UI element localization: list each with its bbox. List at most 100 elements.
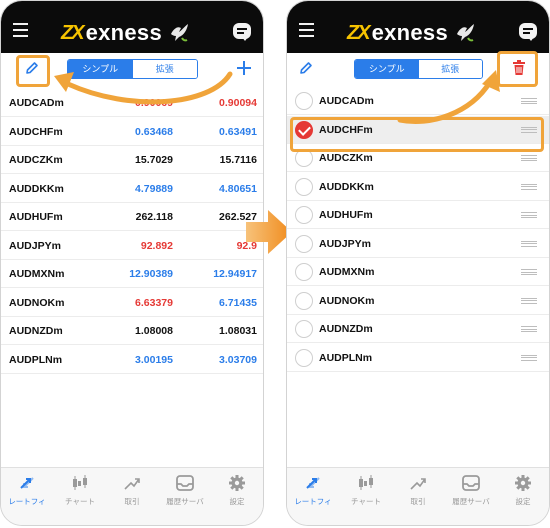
ask-price: 0.63491 (219, 125, 257, 138)
dove-icon (456, 24, 474, 42)
symbol-name: AUDMXNm (319, 266, 375, 278)
ask-price: 12.94917 (213, 268, 257, 280)
tab-settings-label: 設定 (229, 497, 245, 506)
tab-settings[interactable]: 設定 (211, 474, 263, 507)
logo-text: exness (371, 20, 448, 45)
edit-symbol-row[interactable]: AUDDKKm (287, 173, 549, 201)
chat-icon-tail (528, 37, 534, 41)
radio-button[interactable] (295, 206, 313, 224)
trade-trend-icon (410, 478, 426, 490)
symbol-name: AUDHUFm (9, 211, 63, 223)
drag-handle-icon[interactable] (521, 354, 537, 361)
quotes-arrows-icon (20, 477, 34, 489)
edit-symbol-row[interactable]: AUDHUFm (287, 201, 549, 229)
quote-row[interactable]: AUDCZKm 15.7029 15.7116 (1, 146, 263, 174)
chat-icon-tail (242, 37, 248, 41)
quote-row[interactable]: AUDPLNm 3.00195 3.03709 (1, 346, 263, 374)
radio-button[interactable] (295, 234, 313, 253)
tab-trade-label: 取引 (410, 497, 426, 506)
bid-price: 262.118 (135, 211, 173, 223)
quote-row[interactable]: AUDHUFm 262.118 262.527 (1, 203, 263, 231)
drag-handle-icon[interactable] (521, 269, 537, 275)
app-header: ZX exness (1, 1, 263, 53)
bid-price: 92.892 (140, 239, 173, 252)
radio-button[interactable] (295, 291, 313, 310)
tab-chart-label: チャート (351, 497, 381, 506)
trade-trend-icon (124, 478, 140, 490)
symbol-name: AUDCADm (319, 95, 374, 107)
quote-row[interactable]: AUDNOKm 6.63379 6.71435 (1, 289, 263, 317)
quote-row[interactable]: AUDJPYm 92.892 92.9 (1, 232, 263, 260)
radio-button[interactable] (295, 92, 313, 110)
radio-button[interactable] (295, 177, 313, 196)
edit-symbol-row[interactable]: AUDNZDm (287, 315, 549, 343)
tab-chart[interactable]: チャート (340, 474, 392, 507)
drag-handle-icon[interactable] (521, 183, 537, 190)
edit-symbol-row[interactable]: AUDNOKm (287, 287, 549, 315)
tab-quotes-label: レートフィ (8, 497, 46, 506)
drag-handle-icon[interactable] (521, 212, 537, 218)
symbol-name: AUDHUFm (319, 209, 373, 221)
tab-history[interactable]: 履歴サーバ (159, 474, 211, 507)
symbol-name: AUDDKKm (319, 180, 374, 193)
inbox-tray-icon (176, 475, 194, 491)
bottom-tab-bar: レートフィ チャート 取引 履歴サーバ 設定 (1, 467, 263, 525)
bid-price: 4.79889 (135, 182, 173, 195)
hamburger-menu-icon[interactable] (13, 23, 28, 37)
ask-price: 15.7116 (219, 154, 257, 166)
quote-row[interactable]: AUDMXNm 12.90389 12.94917 (1, 260, 263, 288)
symbol-name: AUDCHFm (9, 125, 63, 138)
tab-trade[interactable]: 取引 (106, 474, 158, 507)
bid-price: 12.90389 (129, 268, 173, 280)
drag-handle-icon[interactable] (521, 98, 537, 104)
symbol-name: AUDPLNm (9, 353, 63, 366)
ask-price: 6.71435 (219, 296, 257, 309)
symbol-name: AUDCZKm (319, 152, 373, 164)
bottom-tab-bar: レートフィ チャート 取引 履歴サーバ 設定 (287, 467, 549, 525)
bid-price: 3.00195 (135, 353, 173, 366)
tab-trade-label: 取引 (124, 497, 140, 506)
hamburger-menu-icon[interactable] (299, 23, 314, 37)
symbol-name: AUDNOKm (319, 294, 375, 307)
tutorial-composite: ZX exness シンプル 拡張 AUDCADm 0.90069 0.90094 A… (0, 0, 550, 528)
edit-symbol-row[interactable]: AUDPLNm (287, 344, 549, 372)
quote-row[interactable]: AUDCHFm 0.63468 0.63491 (1, 118, 263, 146)
symbol-name: AUDPLNm (319, 351, 373, 364)
symbol-name: AUDDKKm (9, 182, 64, 195)
radio-button[interactable] (295, 348, 313, 367)
exness-logo: ZX exness (61, 20, 190, 45)
drag-handle-icon[interactable] (521, 297, 537, 304)
symbol-name: AUDNOKm (9, 296, 65, 309)
quote-row[interactable]: AUDNZDm 1.08008 1.08031 (1, 317, 263, 345)
drag-handle-icon[interactable] (521, 155, 537, 161)
symbol-name: AUDCZKm (9, 154, 63, 166)
ask-price: 3.03709 (219, 353, 257, 366)
ask-price: 1.08031 (219, 325, 257, 337)
edit-symbol-row[interactable]: AUDMXNm (287, 258, 549, 286)
tab-chart[interactable]: チャート (54, 474, 106, 507)
bid-price: 6.63379 (135, 296, 173, 309)
tab-history-label: 履歴サーバ (452, 497, 490, 506)
bid-price: 15.7029 (135, 154, 173, 166)
tab-quotes[interactable]: レートフィ (287, 474, 339, 507)
tab-history[interactable]: 履歴サーバ (445, 474, 497, 507)
logo-mark: ZX (347, 21, 371, 44)
tab-trade[interactable]: 取引 (392, 474, 444, 507)
bid-price: 1.08008 (135, 325, 173, 337)
drag-handle-icon[interactable] (521, 240, 537, 247)
edit-pencil-icon[interactable] (299, 61, 313, 75)
radio-button[interactable] (295, 263, 313, 281)
logo-mark: ZX (61, 21, 85, 44)
quote-row[interactable]: AUDDKKm 4.79889 4.80651 (1, 175, 263, 203)
radio-button[interactable] (295, 320, 313, 338)
symbol-name: AUDNZDm (319, 323, 373, 335)
gear-icon (515, 475, 531, 491)
gear-icon (229, 475, 245, 491)
quotes-arrows-icon (306, 477, 320, 489)
edit-symbol-row[interactable]: AUDJPYm (287, 230, 549, 258)
drag-handle-icon[interactable] (521, 326, 537, 332)
bid-price: 0.63468 (135, 125, 173, 138)
tab-quotes[interactable]: レートフィ (1, 474, 53, 507)
dove-icon (170, 24, 188, 42)
tab-settings[interactable]: 設定 (497, 474, 549, 507)
